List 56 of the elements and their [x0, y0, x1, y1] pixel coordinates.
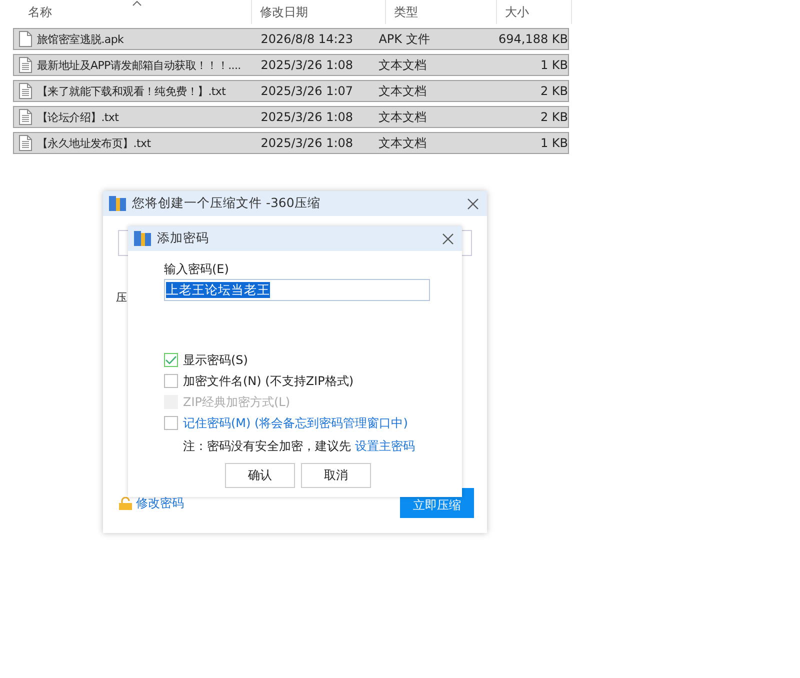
file-name: 旅馆密室逃脱.apk: [37, 32, 125, 46]
file-row[interactable]: 最新地址及APP请发邮箱自动获取！！！.... 2025/3/26 1:08 文本文档 1 KB: [13, 54, 569, 76]
cancel-button[interactable]: 取消: [301, 463, 371, 488]
file-row[interactable]: 【永久地址发布页】.txt 2025/3/26 1:08 文本文档 1 KB: [13, 132, 569, 154]
option-label: ZIP经典加密方式(L): [183, 394, 290, 410]
modified-date: 2025/3/26 1:08: [260, 136, 354, 150]
file-name: 【论坛介绍】.txt: [37, 110, 120, 124]
file-type: 文本文档: [378, 56, 428, 74]
option-label: 加密文件名(N) (不支持ZIP格式): [183, 372, 354, 390]
modified-date: 2025/3/26 1:08: [260, 110, 354, 124]
close-icon[interactable]: [442, 232, 454, 244]
file-row[interactable]: 【论坛介绍】.txt 2025/3/26 1:08 文本文档 2 KB: [13, 106, 569, 128]
text-file-icon: [19, 83, 32, 99]
file-row[interactable]: 旅馆密室逃脱.apk 2026/8/8 14:23 APK 文件 694,188 KB: [13, 28, 569, 50]
file-size: 694,188 KB: [497, 32, 568, 46]
column-header[interactable]: 修改日期: [252, 0, 386, 24]
modified-date: 2025/3/26 1:07: [260, 84, 354, 98]
dialog-title: 添加密码: [157, 230, 209, 247]
password-label: 输入密码(E): [164, 261, 230, 278]
blank-file-icon: [19, 31, 32, 47]
file-type: 文本文档: [378, 134, 428, 152]
column-header[interactable]: 类型: [386, 0, 497, 24]
file-row[interactable]: 【来了就能下载和观看！纯免费！】.txt 2025/3/26 1:07 文本文档 2 KB: [13, 80, 569, 102]
text-file-icon: [19, 135, 32, 151]
field-label: 压: [116, 290, 127, 305]
file-size: 2 KB: [539, 84, 568, 98]
file-size: 1 KB: [539, 58, 568, 72]
column-header[interactable]: 大小: [497, 0, 572, 24]
file-type: 文本文档: [378, 82, 428, 100]
window-title: 您将创建一个压缩文件 -360压缩: [132, 195, 320, 212]
file-size: 2 KB: [539, 110, 568, 124]
lock-icon: [119, 497, 132, 510]
file-name: 【来了就能下载和观看！纯免费！】.txt: [37, 84, 227, 98]
file-size: 1 KB: [539, 136, 568, 150]
confirm-button[interactable]: 确认: [225, 463, 295, 488]
password-field[interactable]: 上老王论坛当老王: [164, 279, 430, 301]
text-file-icon: [19, 57, 32, 73]
file-type: 文本文档: [378, 108, 428, 126]
file-name: 最新地址及APP请发邮箱自动获取！！！....: [37, 58, 242, 72]
archive-folder-icon: [109, 196, 126, 211]
text-file-icon: [19, 109, 32, 125]
note-text: 注：密码没有安全加密，建议先: [183, 439, 351, 453]
modified-date: 2025/3/26 1:08: [260, 58, 354, 72]
modified-date: 2026/8/8 14:23: [260, 32, 354, 46]
archive-folder-icon: [134, 231, 151, 246]
file-type: APK 文件: [378, 30, 431, 48]
set-master-password-link[interactable]: 设置主密码: [354, 439, 415, 453]
close-icon[interactable]: [467, 198, 479, 210]
column-header[interactable]: 名称: [0, 0, 252, 24]
change-password-link[interactable]: 修改密码: [136, 495, 184, 512]
checkbox[interactable]: [164, 353, 178, 367]
option-label: 显示密码(S): [183, 352, 248, 368]
option-label: 记住密码(M) (将会备忘到密码管理窗口中): [183, 414, 408, 432]
checkbox[interactable]: [164, 416, 178, 430]
file-name: 【永久地址发布页】.txt: [37, 136, 152, 150]
checkbox[interactable]: [164, 374, 178, 388]
